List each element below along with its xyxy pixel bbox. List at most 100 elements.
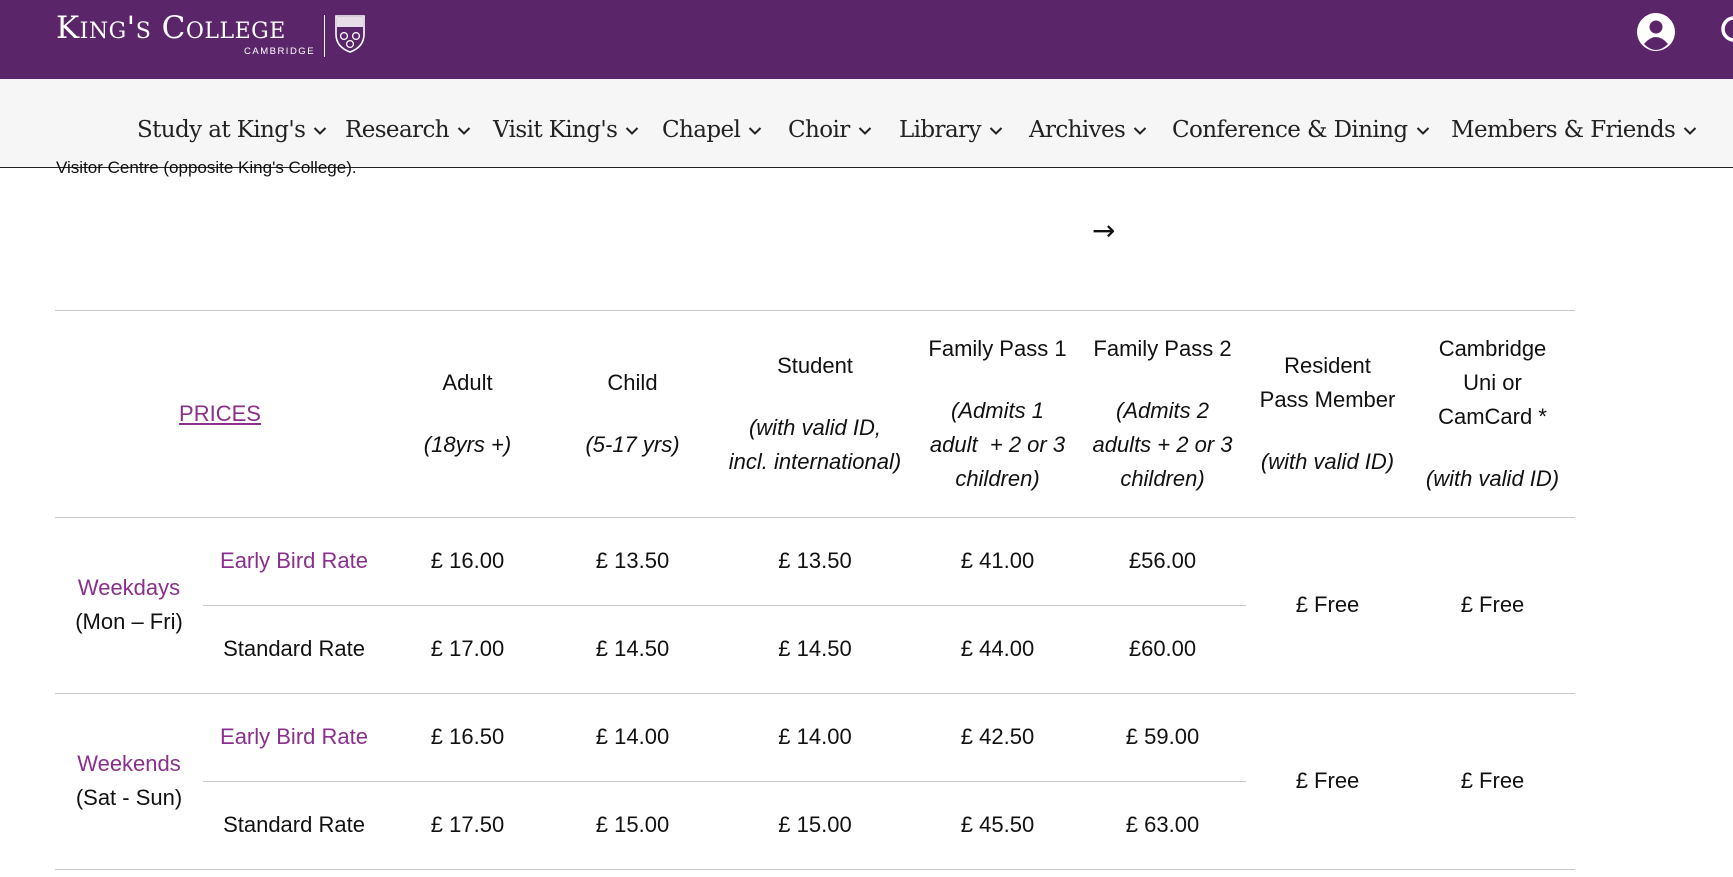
column-label: Resident <box>1284 352 1371 378</box>
price-value: £56.00 <box>1128 548 1197 573</box>
nav-item-label: Study at King's <box>137 117 306 143</box>
price-cell: £ 14.00 <box>550 693 715 781</box>
chevron-down-icon <box>858 127 871 135</box>
account-icon[interactable] <box>1636 12 1676 52</box>
price-cell: £ 45.50 <box>915 781 1080 869</box>
rate-label-cell: Standard Rate <box>203 781 385 869</box>
nav-item-label: Conference & Dining <box>1172 117 1408 143</box>
logo-divider <box>324 15 325 57</box>
logo-name: King's College <box>56 10 286 46</box>
nav-item-label: Visit King's <box>493 117 618 143</box>
search-icon[interactable] <box>1718 12 1733 52</box>
price-cell: £ 13.50 <box>550 517 715 605</box>
group-days: (Sat - Sun) <box>75 785 183 810</box>
nav-item[interactable]: Study at King's <box>137 112 327 148</box>
column-sublabel: (Admits 1 <box>951 397 1044 423</box>
nav-item[interactable]: Chapel <box>662 112 762 148</box>
nav-item[interactable]: Conference & Dining <box>1172 112 1430 148</box>
column-label: CamCard * <box>1438 403 1547 429</box>
price-value: £ 16.00 <box>430 548 505 573</box>
column-header-student: Student (with valid ID, incl. internatio… <box>715 310 915 517</box>
nav-item-label: Research <box>345 117 450 143</box>
nav-item[interactable]: Library <box>899 112 1003 148</box>
group-label-cell: Weekdays (Mon – Fri) <box>55 517 203 693</box>
price-value: £ Free <box>1295 768 1360 793</box>
price-cell: £ 41.00 <box>915 517 1080 605</box>
price-cell: £ 14.50 <box>715 605 915 693</box>
rate-label: Early Bird Rate <box>220 724 368 749</box>
chevron-down-icon <box>1684 127 1697 135</box>
column-label: Cambridge <box>1438 335 1547 361</box>
arrow-right-icon[interactable]: → <box>1092 213 1115 249</box>
price-cell: £ 17.00 <box>385 605 550 693</box>
price-cell: £ 14.00 <box>715 693 915 781</box>
visitor-centre-text: Visitor Centre (opposite King's College)… <box>56 158 357 177</box>
chevron-down-icon <box>1416 127 1429 135</box>
price-value: £ 13.50 <box>595 548 670 573</box>
price-cell: £ 13.50 <box>715 517 915 605</box>
price-value: £ 14.50 <box>595 636 670 661</box>
column-label: Pass Member <box>1259 386 1396 412</box>
column-header-adult: Adult (18yrs +) <box>385 310 550 517</box>
price-value: £ 41.00 <box>960 548 1035 573</box>
rate-label-cell: Early Bird Rate <box>203 517 385 605</box>
nav-item[interactable]: Archives <box>1029 112 1147 148</box>
crest-icon <box>335 15 365 53</box>
group-days: (Mon – Fri) <box>75 609 183 634</box>
rate-label-cell: Standard Rate <box>203 605 385 693</box>
column-sublabel: incl. international) <box>728 448 902 474</box>
price-value: £ Free <box>1460 592 1525 617</box>
group-name: Weekdays <box>77 575 181 600</box>
price-value: £ 14.00 <box>595 724 670 749</box>
rate-label: Standard Rate <box>223 636 365 661</box>
price-cell: £ 15.00 <box>550 781 715 869</box>
price-value: £ 63.00 <box>1125 812 1200 837</box>
chevron-down-icon <box>626 127 639 135</box>
price-value: £ 42.50 <box>960 724 1035 749</box>
column-header-child: Child (5-17 yrs) <box>550 310 715 517</box>
nav-item[interactable]: Research <box>345 112 471 148</box>
price-value: £ 45.50 <box>960 812 1035 837</box>
nav-item-label: Members & Friends <box>1451 117 1676 143</box>
price-value: £60.00 <box>1128 636 1197 661</box>
column-header-family-pass-2: Family Pass 2 (Admits 2 adults + 2 or 3 … <box>1080 310 1245 517</box>
price-value: £ 59.00 <box>1125 724 1200 749</box>
price-value: £ 16.50 <box>430 724 505 749</box>
price-value: £ 17.50 <box>430 812 505 837</box>
prices-link[interactable]: PRICES <box>179 397 261 431</box>
price-cell: £ 42.50 <box>915 693 1080 781</box>
price-cell: £ 16.00 <box>385 517 550 605</box>
column-label: Family Pass 1 <box>928 335 1067 361</box>
column-sublabel: adults + 2 or 3 <box>1092 431 1233 457</box>
nav-item-label: Chapel <box>662 117 741 143</box>
column-sublabel: (with valid ID) <box>1260 448 1395 474</box>
chevron-down-icon <box>457 127 471 135</box>
rate-label: Early Bird Rate <box>220 548 368 573</box>
price-value: £ 14.00 <box>778 724 852 749</box>
price-cell: £ 44.00 <box>915 605 1080 693</box>
price-value: £ 14.50 <box>778 636 852 661</box>
camcard-price-cell: £ Free <box>1410 517 1575 693</box>
column-label: Uni or <box>1463 369 1522 395</box>
price-cell: £56.00 <box>1080 517 1245 605</box>
nav-item-label: Choir <box>788 117 850 143</box>
price-cell: £ 14.50 <box>550 605 715 693</box>
nav-item[interactable]: Visit King's <box>493 112 639 148</box>
column-sublabel: (Admits 2 <box>1116 397 1209 423</box>
column-header-camcard: Cambridge Uni or CamCard * (with valid I… <box>1410 310 1575 517</box>
group-label-cell: Weekends (Sat - Sun) <box>55 693 203 869</box>
resident-price-cell: £ Free <box>1245 517 1410 693</box>
nav-item[interactable]: Members & Friends <box>1451 112 1697 148</box>
price-cell: £ 59.00 <box>1080 693 1245 781</box>
price-value: £ 15.00 <box>778 812 852 837</box>
column-sublabel: (18yrs +) <box>423 431 512 457</box>
column-sublabel: adult + 2 or 3 <box>929 431 1066 457</box>
resident-price-cell: £ Free <box>1245 693 1410 869</box>
price-value: £ 15.00 <box>595 812 670 837</box>
rate-label: Standard Rate <box>223 812 365 837</box>
column-sublabel: children) <box>955 465 1040 491</box>
price-cell: £ 16.50 <box>385 693 550 781</box>
nav-item[interactable]: Choir <box>788 112 872 148</box>
prices-header-cell: PRICES <box>55 310 385 517</box>
logo-subtitle: CAMBRIDGE <box>244 46 316 57</box>
